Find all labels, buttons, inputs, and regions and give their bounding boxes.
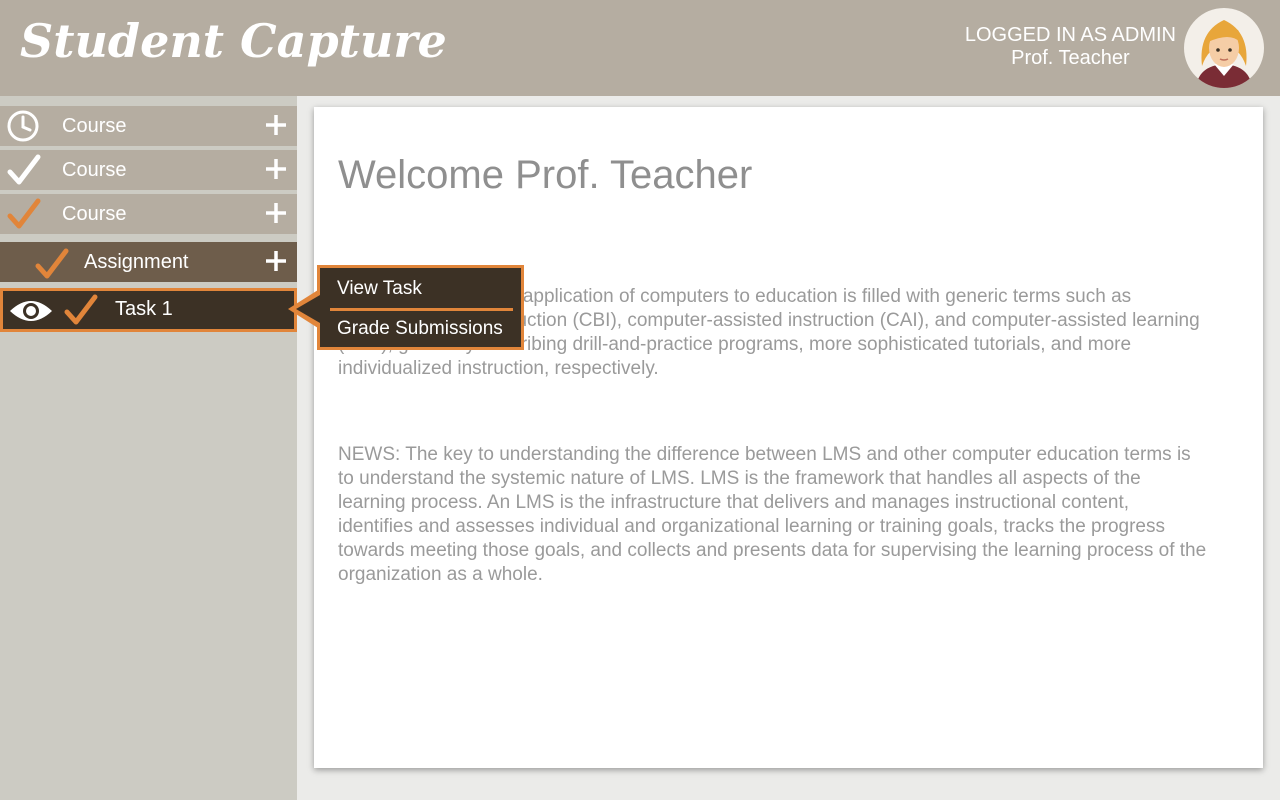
eye-icon[interactable] <box>8 297 54 325</box>
menu-item-view-task[interactable]: View Task <box>337 278 422 300</box>
check-icon <box>64 294 98 325</box>
user-name[interactable]: Prof. Teacher <box>965 47 1176 70</box>
check-icon <box>7 154 41 185</box>
sidebar-item-label: Course <box>62 115 127 137</box>
sidebar-item-label: Task 1 <box>115 298 173 320</box>
menu-item-grade-submissions[interactable]: Grade Submissions <box>337 318 503 340</box>
popup-arrow-inner <box>296 295 320 323</box>
check-icon <box>35 248 69 279</box>
sidebar: Course Course Course Assignment Task 1 <box>0 96 297 800</box>
menu-divider <box>330 308 513 311</box>
sidebar-item-task[interactable]: Task 1 <box>0 288 297 332</box>
plus-icon[interactable] <box>263 248 289 274</box>
check-icon <box>7 198 41 229</box>
sidebar-item-label: Assignment <box>84 251 189 273</box>
plus-icon[interactable] <box>263 200 289 226</box>
login-info: LOGGED IN AS ADMIN Prof. Teacher <box>965 24 1176 70</box>
sidebar-item-label: Course <box>62 159 127 181</box>
sidebar-item-course-1[interactable]: Course <box>0 106 297 146</box>
app-logo[interactable]: Student Capture <box>20 14 447 68</box>
clock-icon <box>7 110 39 142</box>
sidebar-item-course-3[interactable]: Course <box>0 194 297 234</box>
main-content: Welcome Prof. Teacher The discussion of … <box>314 107 1263 768</box>
teacher-avatar-icon <box>1196 20 1252 88</box>
plus-icon[interactable] <box>263 156 289 182</box>
sidebar-item-assignment[interactable]: Assignment <box>0 242 297 282</box>
avatar[interactable] <box>1184 8 1264 88</box>
page-title: Welcome Prof. Teacher <box>338 153 753 197</box>
sidebar-item-label: Course <box>62 203 127 225</box>
app-header: Student Capture LOGGED IN AS ADMIN Prof.… <box>0 0 1280 96</box>
login-status: LOGGED IN AS ADMIN <box>964 24 1176 46</box>
sidebar-item-course-2[interactable]: Course <box>0 150 297 190</box>
task-context-menu: View Task Grade Submissions <box>317 265 524 350</box>
plus-icon[interactable] <box>263 112 289 138</box>
news-paragraph: NEWS: The key to understanding the diffe… <box>338 444 1207 585</box>
